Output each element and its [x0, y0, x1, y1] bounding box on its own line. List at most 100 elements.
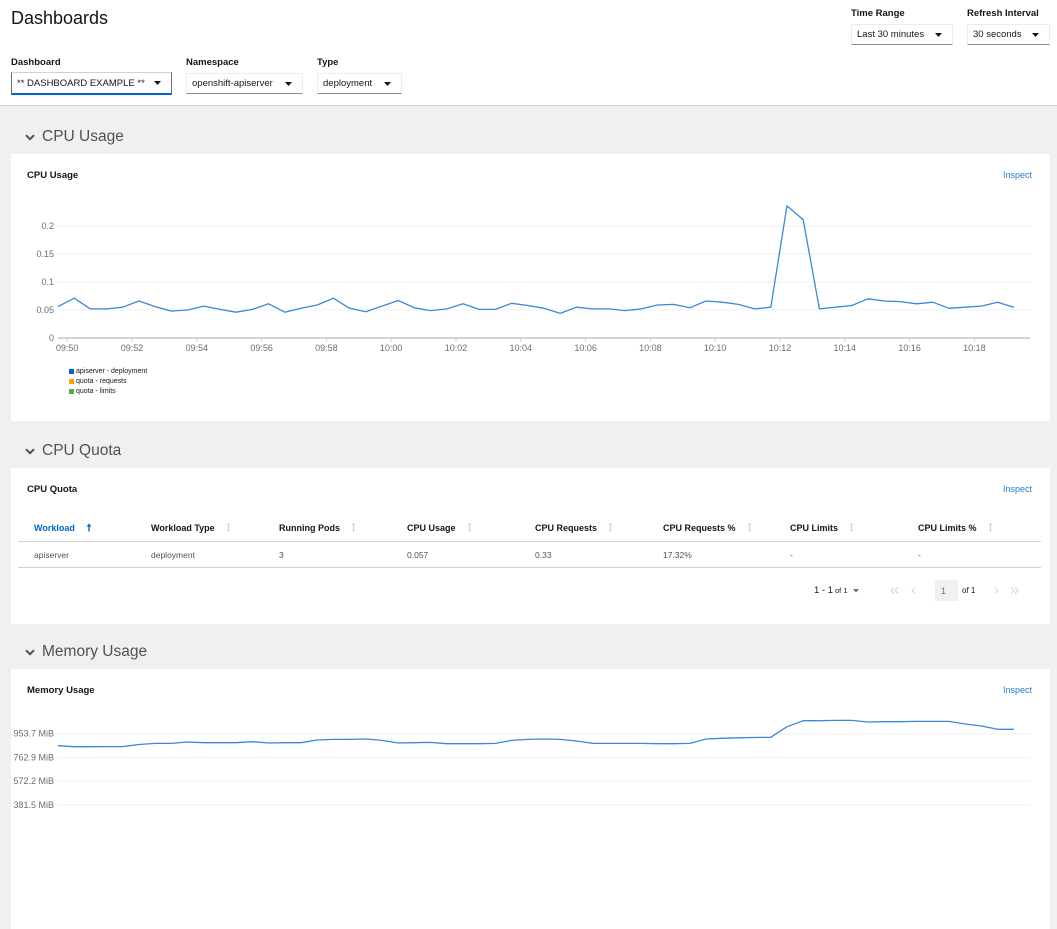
column-header-cpu-usage[interactable]: CPU Usage	[407, 514, 472, 541]
dashboard-select[interactable]: ** DASHBOARD EXAMPLE **	[11, 72, 172, 95]
x-tick-label: 09:52	[121, 343, 144, 353]
time-range-label: Time Range	[851, 8, 905, 19]
x-tick-label: 10:14	[834, 343, 857, 353]
column-header-label: CPU Requests %	[663, 522, 736, 533]
x-tick-label: 09:54	[186, 343, 209, 353]
legend-swatch	[69, 388, 74, 394]
sort-icon	[608, 523, 613, 532]
caret-down-icon	[285, 81, 292, 86]
page-header: Dashboards Time Range Last 30 minutes Re…	[0, 0, 1057, 106]
first-page-button[interactable]	[890, 580, 899, 601]
sort-icon	[226, 523, 231, 532]
inspect-link[interactable]: Inspect	[1003, 484, 1032, 494]
next-page-button[interactable]	[994, 580, 999, 601]
angle-double-right-icon	[1010, 587, 1019, 594]
previous-page-button[interactable]	[911, 580, 916, 601]
y-tick-label: 0	[49, 333, 54, 343]
namespace-select[interactable]: openshift-apiserver	[186, 73, 303, 94]
y-tick-label: 0.1	[41, 277, 54, 287]
y-tick-label: 381.5 MiB	[13, 800, 54, 810]
y-tick-label: 953.7 MiB	[13, 729, 54, 739]
sort-icon	[747, 523, 752, 532]
namespace-filter-label: Namespace	[186, 57, 239, 68]
y-tick-label: 0.2	[41, 221, 54, 231]
dashboard-value: ** DASHBOARD EXAMPLE **	[17, 77, 145, 89]
card-title: CPU Quota	[27, 484, 78, 495]
pagination-range: 1 - 1	[814, 585, 834, 596]
column-header-workload-type[interactable]: Workload Type	[151, 514, 231, 541]
angle-left-icon	[911, 587, 916, 594]
cell-cpu-requests-percent: 17.32%	[663, 549, 692, 560]
per-page-toggle[interactable]: 1 - 1 of 1	[814, 580, 859, 601]
cell-cpu-usage: 0.057	[407, 549, 429, 560]
series-line	[57, 205, 1014, 315]
y-tick-label: 762.9 MiB	[13, 752, 54, 762]
column-header-label: CPU Usage	[407, 522, 456, 533]
table-row: apiserver deployment 3 0.057 0.33 17.32%…	[18, 542, 1041, 568]
x-tick-label: 10:10	[704, 343, 727, 353]
y-tick-label: 0.15	[36, 249, 54, 259]
section-toggle-cpu-quota[interactable]: CPU Quota	[25, 441, 121, 461]
x-tick-label: 09:50	[56, 343, 79, 353]
refresh-interval-select[interactable]: 30 seconds	[967, 24, 1050, 45]
page-count: of 1	[962, 586, 976, 595]
x-tick-label: 10:02	[445, 343, 468, 353]
legend-item: apiserver - deployment	[69, 366, 147, 376]
x-tick-label: 10:04	[510, 343, 533, 353]
column-header-cpu-requests[interactable]: CPU Requests	[535, 514, 613, 541]
x-tick-label: 10:08	[639, 343, 662, 353]
column-header-cpu-limits[interactable]: CPU Limits	[790, 514, 854, 541]
column-header-workload[interactable]: Workload	[34, 514, 92, 541]
memory-usage-card: Memory Usage Inspect 381.5 MiB 572.2 MiB 7…	[11, 669, 1050, 929]
legend-label: quota - limits	[76, 387, 116, 395]
caret-down-icon	[1032, 32, 1039, 37]
sort-icon	[988, 523, 993, 532]
section-heading: Memory Usage	[42, 643, 148, 660]
namespace-value: openshift-apiserver	[192, 78, 273, 89]
section-heading: CPU Quota	[42, 442, 122, 459]
cell-workload: apiserver	[34, 549, 69, 560]
column-header-running-pods[interactable]: Running Pods	[279, 514, 356, 541]
sort-icon	[351, 523, 356, 532]
chevron-down-icon	[25, 447, 35, 455]
type-value: deployment	[323, 78, 373, 89]
cell-cpu-limits-percent: -	[918, 549, 921, 560]
section-heading: CPU Usage	[42, 128, 124, 145]
column-header-label: CPU Limits %	[918, 522, 977, 533]
time-range-select[interactable]: Last 30 minutes	[851, 24, 953, 45]
time-range-value: Last 30 minutes	[857, 29, 925, 40]
x-tick-label: 10:06	[574, 343, 597, 353]
column-header-cpu-requests-percent[interactable]: CPU Requests %	[663, 514, 752, 541]
legend-label: apiserver - deployment	[76, 367, 148, 375]
section-toggle-memory-usage[interactable]: Memory Usage	[25, 642, 147, 662]
caret-down-icon	[154, 81, 161, 85]
x-tick-label: 09:58	[315, 343, 338, 353]
cell-cpu-limits: -	[790, 549, 793, 560]
last-page-button[interactable]	[1010, 580, 1019, 601]
caret-down-icon	[852, 588, 859, 592]
y-tick-label: 0.05	[36, 305, 54, 315]
x-tick-label: 10:00	[380, 343, 403, 353]
legend-item: quota - limits	[69, 386, 147, 396]
memory-usage-chart: 381.5 MiB 572.2 MiB 762.9 MiB 953.7 MiB	[13, 719, 1030, 810]
chart-legend: apiserver - deployment quota - requests qu…	[69, 366, 147, 396]
x-tick-label: 09:56	[250, 343, 273, 353]
column-header-label: CPU Limits	[790, 522, 839, 533]
chevron-down-icon	[25, 133, 35, 141]
column-header-cpu-limits-percent[interactable]: CPU Limits %	[918, 514, 993, 541]
caret-down-icon	[935, 32, 942, 37]
legend-item: quota - requests	[69, 376, 147, 386]
type-filter-label: Type	[317, 57, 339, 68]
refresh-interval-label: Refresh Interval	[967, 8, 1039, 19]
y-tick-label: 572.2 MiB	[13, 776, 54, 786]
column-header-label: Running Pods	[279, 522, 340, 533]
current-page-input[interactable]: 1	[935, 580, 958, 601]
cell-running-pods: 3	[279, 549, 284, 560]
legend-swatch	[69, 378, 74, 384]
section-toggle-cpu-usage[interactable]: CPU Usage	[25, 127, 124, 147]
type-select[interactable]: deployment	[317, 73, 402, 94]
angle-right-icon	[994, 587, 999, 594]
dashboard-filter-label: Dashboard	[11, 57, 61, 68]
legend-label: quota - requests	[76, 377, 127, 385]
cell-workload-type: deployment	[151, 549, 195, 560]
